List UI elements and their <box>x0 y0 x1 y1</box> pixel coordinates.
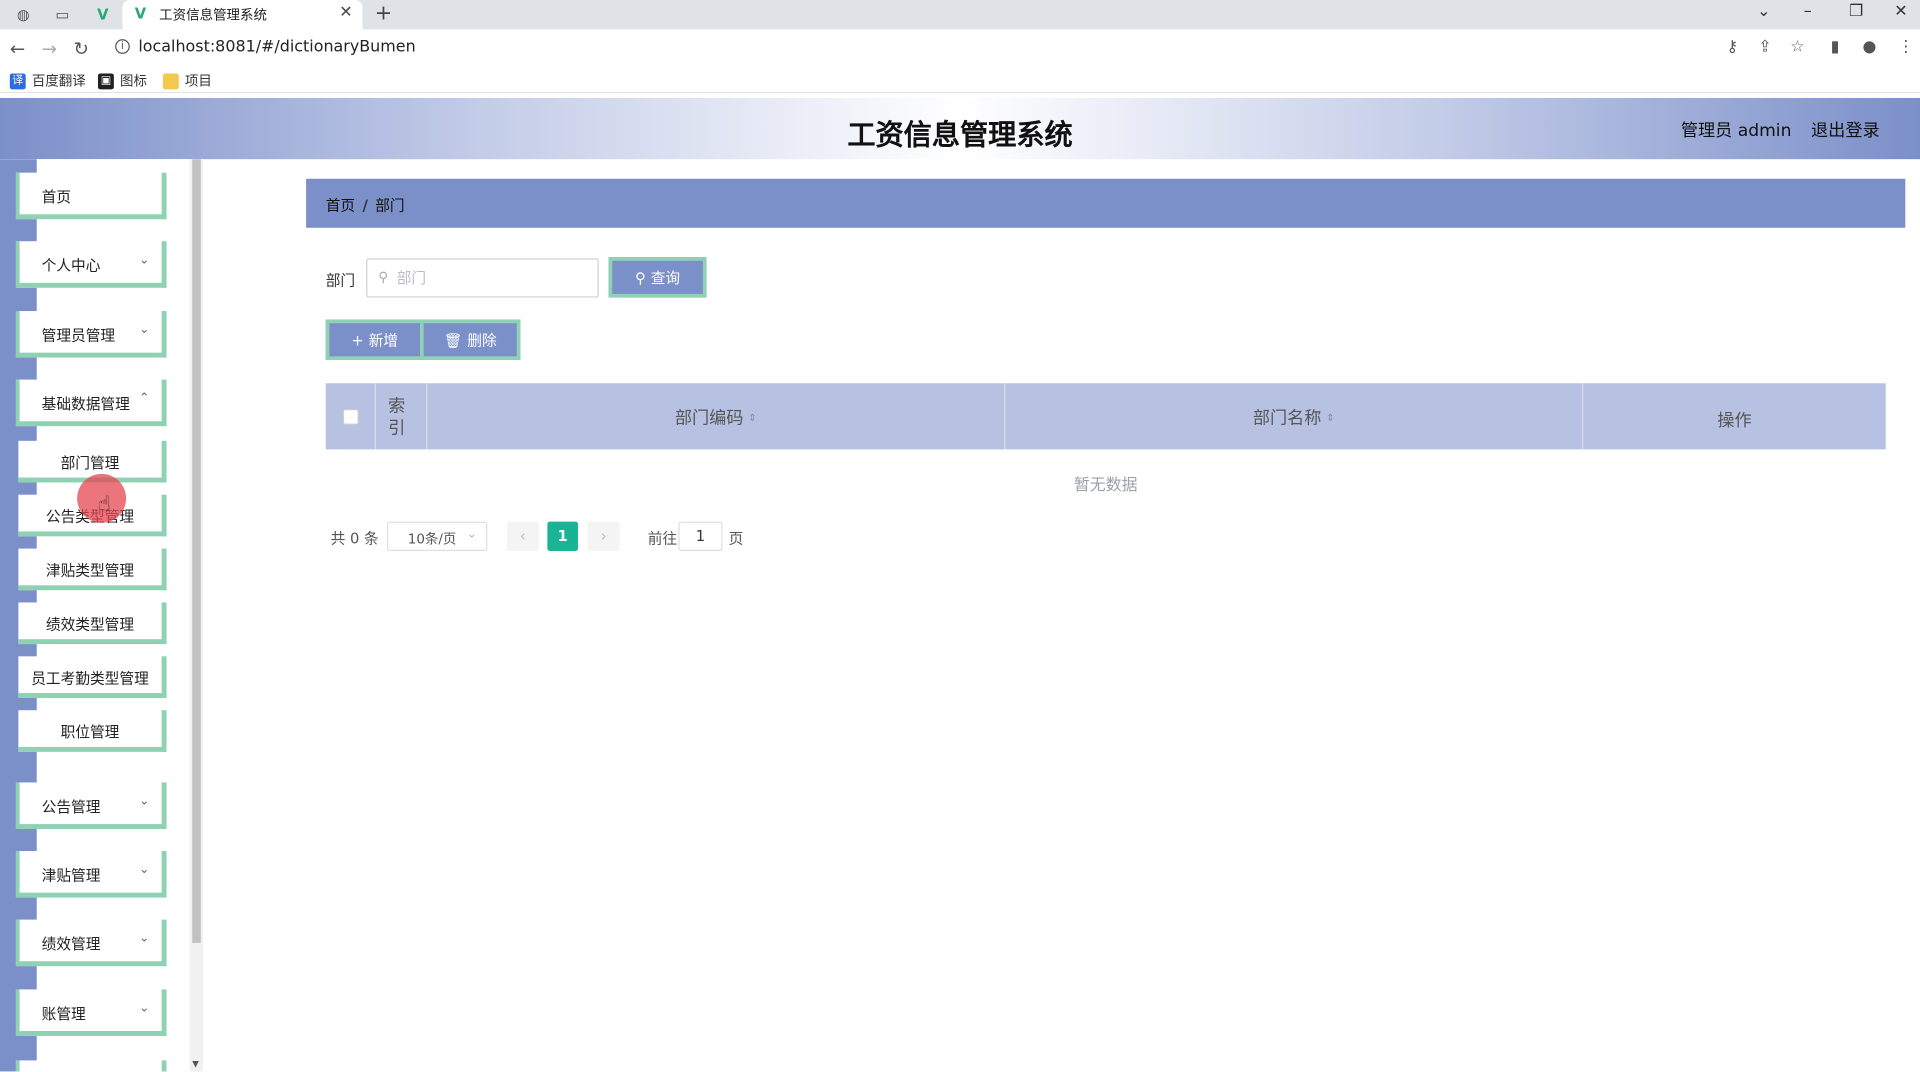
bookmark-item[interactable]: 项目 <box>162 71 212 91</box>
empty-state-text: 暂无数据 <box>1073 476 1138 495</box>
chevron-down-icon: ⌄ <box>139 863 150 877</box>
submenu-item-position[interactable]: 职位管理 <box>18 710 167 752</box>
key-icon[interactable]: ⚷ <box>1727 38 1739 56</box>
scroll-down-icon[interactable]: ▼ <box>192 1059 199 1069</box>
new-tab-icon[interactable]: + <box>375 1 392 25</box>
search-icon: ⚲ <box>378 269 389 286</box>
menu-dots-icon[interactable]: ⋮ <box>1898 38 1914 56</box>
breadcrumb-home[interactable]: 首页 <box>326 197 355 214</box>
delete-button[interactable]: 🗑 删除 <box>420 319 521 361</box>
sort-icon[interactable]: ⇕ <box>748 413 756 424</box>
name-column-header[interactable]: 部门名称 ⇕ <box>1005 383 1584 450</box>
bookmark-item[interactable]: ▣ 图标 <box>97 71 147 91</box>
vue-logo-icon[interactable]: V <box>93 5 113 25</box>
department-table: 索引 部门编码 ⇕ 部门名称 ⇕ 操作 暂无数据 <box>325 383 1886 495</box>
image-icon: ▣ <box>97 72 114 89</box>
sidebar-item-basic-data[interactable]: 基础数据管理 ⌃ <box>15 379 167 427</box>
sidebar-item-allowance-management[interactable]: 津贴管理 ⌄ <box>15 851 167 898</box>
next-page-button[interactable]: › <box>587 521 620 552</box>
chevron-down-icon: ⌄ <box>139 253 150 267</box>
submenu-item-attendance-type[interactable]: 员工考勤类型管理 <box>18 656 167 698</box>
restore-icon[interactable]: ❐ <box>1849 2 1863 20</box>
app-header: 工资信息管理系统 管理员 admin 退出登录 <box>0 97 1920 160</box>
sidebar-scrollbar[interactable]: ▼ <box>189 159 204 1072</box>
window-close-icon[interactable]: ✕ <box>1894 2 1907 20</box>
page-suffix: 页 <box>728 530 744 548</box>
scrollbar-thumb[interactable] <box>192 159 201 943</box>
select-all-checkbox[interactable] <box>342 408 359 425</box>
sidebar: 首页 个人中心 ⌄ 管理员管理 ⌄ 基础数据管理 ⌃ 部门管理 公告类型管理 津… <box>0 159 204 1072</box>
chevron-down-icon[interactable]: ⌄ <box>1757 2 1770 20</box>
select-all-column <box>326 383 376 450</box>
search-label: 部门 <box>325 271 356 289</box>
trash-icon: 🗑 <box>443 331 463 349</box>
bookmark-item[interactable]: 译 百度翻译 <box>9 71 86 91</box>
plus-icon: + <box>351 331 364 349</box>
browser-tabstrip: ◍ ▭ V V 工资信息管理系统 ✕ + ⌄ – ❐ ✕ <box>0 0 1920 30</box>
page-number-current[interactable]: 1 <box>547 521 578 552</box>
chevron-down-icon: ⌄ <box>139 931 150 946</box>
breadcrumb-current: 部门 <box>375 197 405 215</box>
reload-icon[interactable]: ↻ <box>73 38 88 60</box>
info-icon[interactable]: i <box>115 39 130 54</box>
search-icon: ⚲ <box>635 268 646 286</box>
app-title: 工资信息管理系统 <box>847 120 1073 152</box>
tab-title: 工资信息管理系统 <box>159 7 267 24</box>
submenu-item-performance-type[interactable]: 绩效类型管理 <box>18 602 167 645</box>
logout-link[interactable]: 退出登录 <box>1811 118 1880 142</box>
current-user: 管理员 admin <box>1680 121 1792 141</box>
share-icon[interactable]: ⇪ <box>1758 38 1771 56</box>
url-field[interactable]: localhost:8081/#/dictionaryBumen <box>138 38 415 56</box>
sidebar-item-more[interactable] <box>15 1060 167 1072</box>
chevron-down-icon: ⌄ <box>139 1001 150 1016</box>
code-column-header[interactable]: 部门编码 ⇕ <box>427 383 1006 450</box>
translate-icon: 译 <box>9 72 26 89</box>
chevron-down-icon: ⌄ <box>139 794 150 809</box>
breadcrumb: 首页 / 部门 <box>306 178 1906 228</box>
chevron-up-icon: ⌃ <box>139 391 150 406</box>
hand-cursor-icon: ☝ <box>97 492 111 517</box>
chevron-down-icon: ⌄ <box>467 528 477 542</box>
search-button[interactable]: ⚲ 查询 <box>608 257 707 298</box>
minimize-icon[interactable]: – <box>1804 2 1812 20</box>
profile-icon[interactable]: ● <box>1862 38 1876 56</box>
globe-icon[interactable]: ◍ <box>13 5 33 25</box>
bookmarks-bar: 译 百度翻译 ▣ 图标 项目 <box>0 66 1920 94</box>
action-column-header: 操作 <box>1717 411 1752 432</box>
total-count: 共 0 条 <box>330 530 379 548</box>
sidebar-item-performance-management[interactable]: 绩效管理 ⌄ <box>15 919 167 967</box>
breadcrumb-separator: / <box>362 197 368 215</box>
submenu-item-allowance-type[interactable]: 津贴类型管理 <box>18 548 167 591</box>
page-size-select[interactable]: 10条/页 ⌄ <box>386 521 488 552</box>
search-input[interactable] <box>396 266 581 289</box>
browser-tab-active[interactable]: V 工资信息管理系统 ✕ <box>122 0 363 30</box>
prev-page-button[interactable]: ‹ <box>506 521 539 552</box>
sidebar-item-home[interactable]: 首页 <box>15 172 167 220</box>
add-button[interactable]: + 新增 <box>325 319 421 361</box>
sidebar-item-account-management[interactable]: 账管理 ⌄ <box>15 989 167 1036</box>
sort-icon[interactable]: ⇕ <box>1326 413 1334 424</box>
goto-page-input[interactable] <box>678 521 723 552</box>
folder-icon <box>162 72 179 89</box>
index-column-header: 索引 <box>376 383 428 450</box>
goto-label: 前往 <box>647 530 678 548</box>
tab-icon[interactable]: ▭ <box>53 5 73 25</box>
chevron-down-icon: ⌄ <box>139 323 150 337</box>
address-bar: ← → ↻ i localhost:8081/#/dictionaryBumen… <box>0 29 1920 67</box>
search-input-wrapper[interactable]: ⚲ <box>366 258 599 298</box>
close-icon[interactable]: ✕ <box>339 4 352 22</box>
sidebar-item-admin-management[interactable]: 管理员管理 ⌄ <box>15 311 167 358</box>
star-icon[interactable]: ☆ <box>1790 38 1804 56</box>
sidebar-item-personal-center[interactable]: 个人中心 ⌄ <box>15 241 167 288</box>
forward-icon[interactable]: → <box>42 38 57 60</box>
vue-logo-icon: V <box>134 4 147 23</box>
sidepanel-icon[interactable]: ▮ <box>1831 38 1840 56</box>
sidebar-item-notice-management[interactable]: 公告管理 ⌄ <box>15 782 167 829</box>
table-header: 索引 部门编码 ⇕ 部门名称 ⇕ 操作 <box>325 383 1886 450</box>
back-icon[interactable]: ← <box>10 38 25 60</box>
